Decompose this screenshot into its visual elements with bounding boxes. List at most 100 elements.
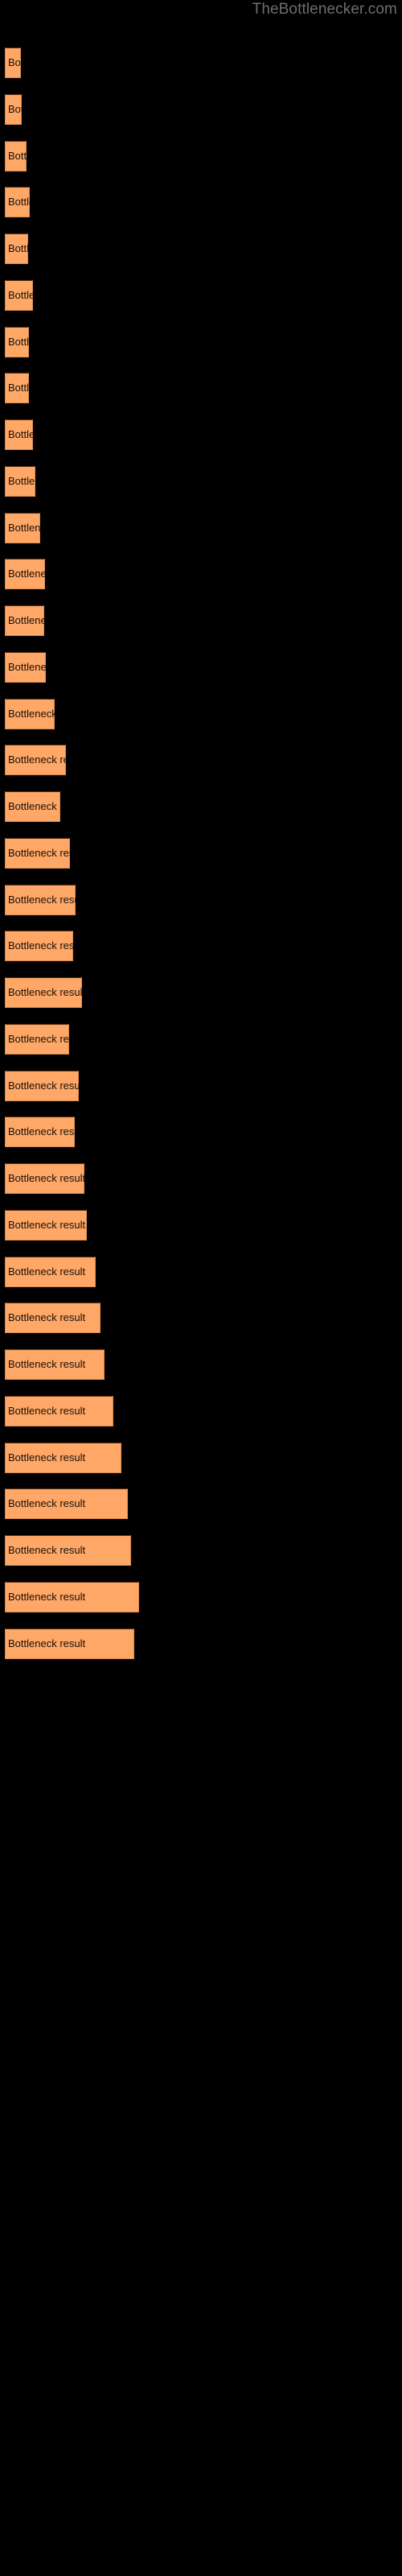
bar-label: Bottleneck result	[8, 1497, 86, 1509]
bar-label-clip: Bottleneck result	[5, 1535, 131, 1566]
bar-label: Bottleneck result	[8, 103, 22, 115]
bar-label: Bottleneck result	[8, 150, 27, 162]
bar-row[interactable]: Bottleneck result	[5, 931, 73, 961]
bar-row[interactable]: Bottleneck result	[5, 791, 60, 822]
bar-label: Bottleneck result	[8, 522, 40, 534]
bar-label: Bottleneck result	[8, 289, 33, 301]
bar-label: Bottleneck result	[8, 475, 35, 487]
bar-label-clip: Bottleneck result	[5, 1488, 128, 1519]
bar-label-clip: Bottleneck result	[5, 373, 29, 403]
bar-label-clip: Bottleneck result	[5, 466, 35, 497]
bar-label-clip: Bottleneck result	[5, 745, 66, 775]
bar-row[interactable]: Bottleneck result	[5, 699, 55, 729]
bar-label: Bottleneck result	[8, 1125, 75, 1137]
bar-label-clip: Bottleneck result	[5, 931, 73, 961]
bar-label: Bottleneck result	[8, 614, 44, 626]
bar-row[interactable]: Bottleneck result	[5, 1396, 113, 1426]
bar-row[interactable]: Bottleneck result	[5, 1443, 121, 1473]
bar-label-clip: Bottleneck result	[5, 1302, 100, 1333]
bar-row[interactable]: Bottleneck result	[5, 977, 82, 1008]
bar-label: Bottleneck result	[8, 1591, 86, 1603]
bar-row[interactable]: Bottleneck result	[5, 1535, 131, 1566]
bar-label-clip: Bottleneck result	[5, 1443, 121, 1473]
bar-label-clip: Bottleneck result	[5, 838, 70, 869]
bar-row[interactable]: Bottleneck result	[5, 885, 76, 915]
bar-row[interactable]: Bottleneck result	[5, 1629, 134, 1659]
bar-label: Bottleneck result	[8, 800, 60, 812]
bar-label-clip: Bottleneck result	[5, 1210, 87, 1241]
bar-row[interactable]: Bottleneck result	[5, 1071, 79, 1101]
bar-label-clip: Bottleneck result	[5, 280, 33, 311]
bar-label-clip: Bottleneck result	[5, 327, 29, 357]
bar-label: Bottleneck result	[8, 1265, 86, 1278]
bar-label-clip: Bottleneck result	[5, 94, 22, 125]
bar-label: Bottleneck result	[8, 242, 28, 254]
bar-row[interactable]: Bottleneck result	[5, 1257, 96, 1287]
bar-row[interactable]: Bottleneck result	[5, 47, 21, 78]
bar-label-clip: Bottleneck result	[5, 885, 76, 915]
bar-label-clip: Bottleneck result	[5, 233, 28, 264]
bar-label: Bottleneck result	[8, 753, 66, 766]
bar-row[interactable]: Bottleneck result	[5, 94, 22, 125]
bar-row[interactable]: Bottleneck result	[5, 419, 33, 450]
bar-row[interactable]: Bottleneck result	[5, 1488, 128, 1519]
bar-label: Bottleneck result	[8, 336, 29, 348]
bar-label-clip: Bottleneck result	[5, 47, 21, 78]
bar-row[interactable]: Bottleneck result	[5, 466, 35, 497]
bar-label: Bottleneck result	[8, 1544, 86, 1556]
bar-label-clip: Bottleneck result	[5, 1396, 113, 1426]
bar-row[interactable]: Bottleneck result	[5, 513, 40, 543]
bar-label: Bottleneck result	[8, 708, 55, 720]
bar-label: Bottleneck result	[8, 568, 45, 580]
bar-row[interactable]: Bottleneck result	[5, 1302, 100, 1333]
bar-label: Bottleneck result	[8, 196, 30, 208]
bar-row[interactable]: Bottleneck result	[5, 280, 33, 311]
bar-label: Bottleneck result	[8, 1080, 79, 1092]
bar-label-clip: Bottleneck result	[5, 1117, 75, 1147]
bar-label-clip: Bottleneck result	[5, 1024, 69, 1055]
bar-label: Bottleneck result	[8, 1405, 86, 1417]
bar-row[interactable]: Bottleneck result	[5, 838, 70, 869]
bar-label-clip: Bottleneck result	[5, 419, 33, 450]
bar-label: Bottleneck result	[8, 1358, 86, 1370]
bar-label: Bottleneck result	[8, 382, 29, 394]
bar-label-clip: Bottleneck result	[5, 1257, 96, 1287]
bar-row[interactable]: Bottleneck result	[5, 745, 66, 775]
bar-row[interactable]: Bottleneck result	[5, 652, 46, 683]
bar-row[interactable]: Bottleneck result	[5, 1024, 69, 1055]
bar-label-clip: Bottleneck result	[5, 559, 45, 589]
bar-row[interactable]: Bottleneck result	[5, 1582, 139, 1612]
bar-label-clip: Bottleneck result	[5, 791, 60, 822]
bar-label-clip: Bottleneck result	[5, 187, 30, 217]
bar-row[interactable]: Bottleneck result	[5, 327, 29, 357]
bar-row[interactable]: Bottleneck result	[5, 605, 44, 636]
bar-label-clip: Bottleneck result	[5, 513, 40, 543]
bar-label-clip: Bottleneck result	[5, 605, 44, 636]
bar-label: Bottleneck result	[8, 428, 33, 440]
bar-label: Bottleneck result	[8, 1311, 86, 1323]
bar-label: Bottleneck result	[8, 1637, 86, 1649]
bar-label-clip: Bottleneck result	[5, 1163, 84, 1194]
bar-label: Bottleneck result	[8, 56, 21, 68]
bar-label-clip: Bottleneck result	[5, 141, 27, 171]
bar-row[interactable]: Bottleneck result	[5, 559, 45, 589]
bar-row[interactable]: Bottleneck result	[5, 1163, 84, 1194]
bar-label: Bottleneck result	[8, 1451, 86, 1463]
bar-label-clip: Bottleneck result	[5, 652, 46, 683]
bar-label-clip: Bottleneck result	[5, 699, 55, 729]
bar-row[interactable]: Bottleneck result	[5, 373, 29, 403]
bar-label: Bottleneck result	[8, 1219, 86, 1231]
bar-row[interactable]: Bottleneck result	[5, 1117, 75, 1147]
bar-row[interactable]: Bottleneck result	[5, 1349, 105, 1380]
bar-label: Bottleneck result	[8, 986, 82, 998]
bar-label: Bottleneck result	[8, 1172, 84, 1184]
bar-row[interactable]: Bottleneck result	[5, 187, 30, 217]
bar-row[interactable]: Bottleneck result	[5, 141, 27, 171]
bar-label-clip: Bottleneck result	[5, 1071, 79, 1101]
bar-row[interactable]: Bottleneck result	[5, 233, 28, 264]
bar-row[interactable]: Bottleneck result	[5, 1210, 87, 1241]
bar-label-clip: Bottleneck result	[5, 977, 82, 1008]
bar-label-clip: Bottleneck result	[5, 1629, 134, 1659]
bar-label-clip: Bottleneck result	[5, 1582, 139, 1612]
chart-root: TheBottlenecker.com Bottleneck resultBot…	[0, 0, 402, 2576]
